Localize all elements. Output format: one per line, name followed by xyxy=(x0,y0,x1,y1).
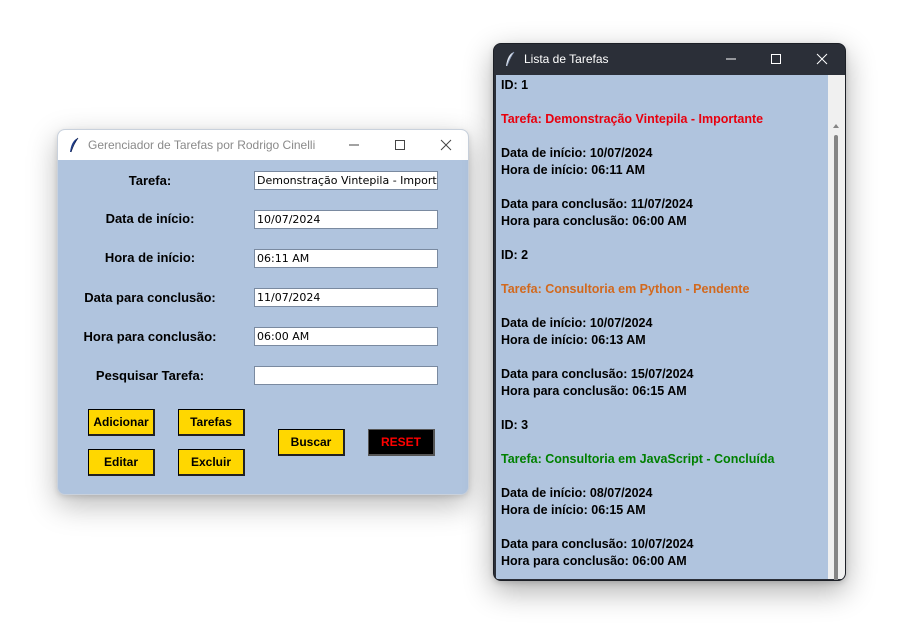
scrollbar-thumb[interactable] xyxy=(834,135,838,580)
excluir-button[interactable]: Excluir xyxy=(178,449,245,476)
task-manager-window: Gerenciador de Tarefas por Rodrigo Cinel… xyxy=(57,129,469,495)
task-due-time: Hora para conclusão: 06:00 AM xyxy=(501,214,687,228)
close-icon xyxy=(816,53,828,65)
close-icon xyxy=(440,139,452,151)
reset-button[interactable]: RESET xyxy=(368,429,435,456)
task-start-time: Hora de início: 06:13 AM xyxy=(501,333,646,347)
task-due-date: Data para conclusão: 11/07/2024 xyxy=(501,197,693,211)
close-button[interactable] xyxy=(799,44,845,74)
title-bar[interactable]: Gerenciador de Tarefas por Rodrigo Cinel… xyxy=(58,130,468,160)
minimize-icon xyxy=(349,144,359,146)
minimize-icon xyxy=(726,58,736,60)
tarefas-button[interactable]: Tarefas xyxy=(178,409,245,436)
minimize-button[interactable] xyxy=(708,44,754,74)
task-title: Tarefa: Consultoria em Python - Pendente xyxy=(501,282,750,296)
editar-button[interactable]: Editar xyxy=(88,449,155,476)
maximize-icon xyxy=(395,140,405,150)
title-bar[interactable]: Lista de Tarefas xyxy=(494,44,845,74)
task-list[interactable]: ID: 1 Tarefa: Demonstração Vintepila - I… xyxy=(496,75,828,579)
hora-inicio-input[interactable]: 06:11 AM xyxy=(254,249,438,268)
task-start-date: Data de início: 10/07/2024 xyxy=(501,146,653,160)
minimize-button[interactable] xyxy=(331,130,377,160)
label-pesquisar: Pesquisar Tarefa: xyxy=(95,368,205,383)
window-title: Lista de Tarefas xyxy=(524,52,609,66)
label-hora-inicio: Hora de início: xyxy=(104,250,196,265)
data-conclusao-input[interactable]: 11/07/2024 xyxy=(254,288,438,307)
task-due-time: Hora para conclusão: 06:15 AM xyxy=(501,384,687,398)
maximize-button[interactable] xyxy=(377,130,423,160)
window-title: Gerenciador de Tarefas por Rodrigo Cinel… xyxy=(88,138,316,152)
label-tarefa: Tarefa: xyxy=(128,173,172,188)
feather-icon xyxy=(70,137,79,153)
maximize-icon xyxy=(771,54,781,64)
task-due-date: Data para conclusão: 10/07/2024 xyxy=(501,537,694,551)
task-start-time: Hora de início: 06:11 AM xyxy=(501,163,646,177)
task-title: Tarefa: Consultoria em JavaScript - Conc… xyxy=(501,452,775,466)
task-list-window: Lista de Tarefas ID: 1 Tarefa: Demonstra… xyxy=(493,43,846,581)
feather-icon xyxy=(506,51,515,67)
task-start-time: Hora de início: 06:15 AM xyxy=(501,503,646,517)
tarefa-input[interactable]: Demonstração Vintepila - Importante xyxy=(254,171,438,190)
label-data-conclusao: Data para conclusão: xyxy=(84,290,216,305)
task-title: Tarefa: Demonstração Vintepila - Importa… xyxy=(501,112,764,126)
task-id: ID: 3 xyxy=(501,418,529,432)
adicionar-button[interactable]: Adicionar xyxy=(88,409,155,436)
buscar-button[interactable]: Buscar xyxy=(278,429,345,456)
task-start-date: Data de início: 08/07/2024 xyxy=(501,486,653,500)
task-due-time: Hora para conclusão: 06:00 AM xyxy=(501,554,687,568)
close-button[interactable] xyxy=(423,130,468,160)
scroll-up-arrow-icon[interactable] xyxy=(833,124,839,128)
task-id: ID: 2 xyxy=(501,248,529,262)
task-due-date: Data para conclusão: 15/07/2024 xyxy=(501,367,694,381)
maximize-button[interactable] xyxy=(753,44,799,74)
task-id: ID: 1 xyxy=(501,78,529,92)
task-start-date: Data de início: 10/07/2024 xyxy=(501,316,653,330)
data-inicio-input[interactable]: 10/07/2024 xyxy=(254,210,438,229)
label-data-inicio: Data de início: xyxy=(105,211,195,226)
search-input[interactable] xyxy=(254,366,438,385)
hora-conclusao-input[interactable]: 06:00 AM xyxy=(254,327,438,346)
label-hora-conclusao: Hora para conclusão: xyxy=(83,329,217,344)
